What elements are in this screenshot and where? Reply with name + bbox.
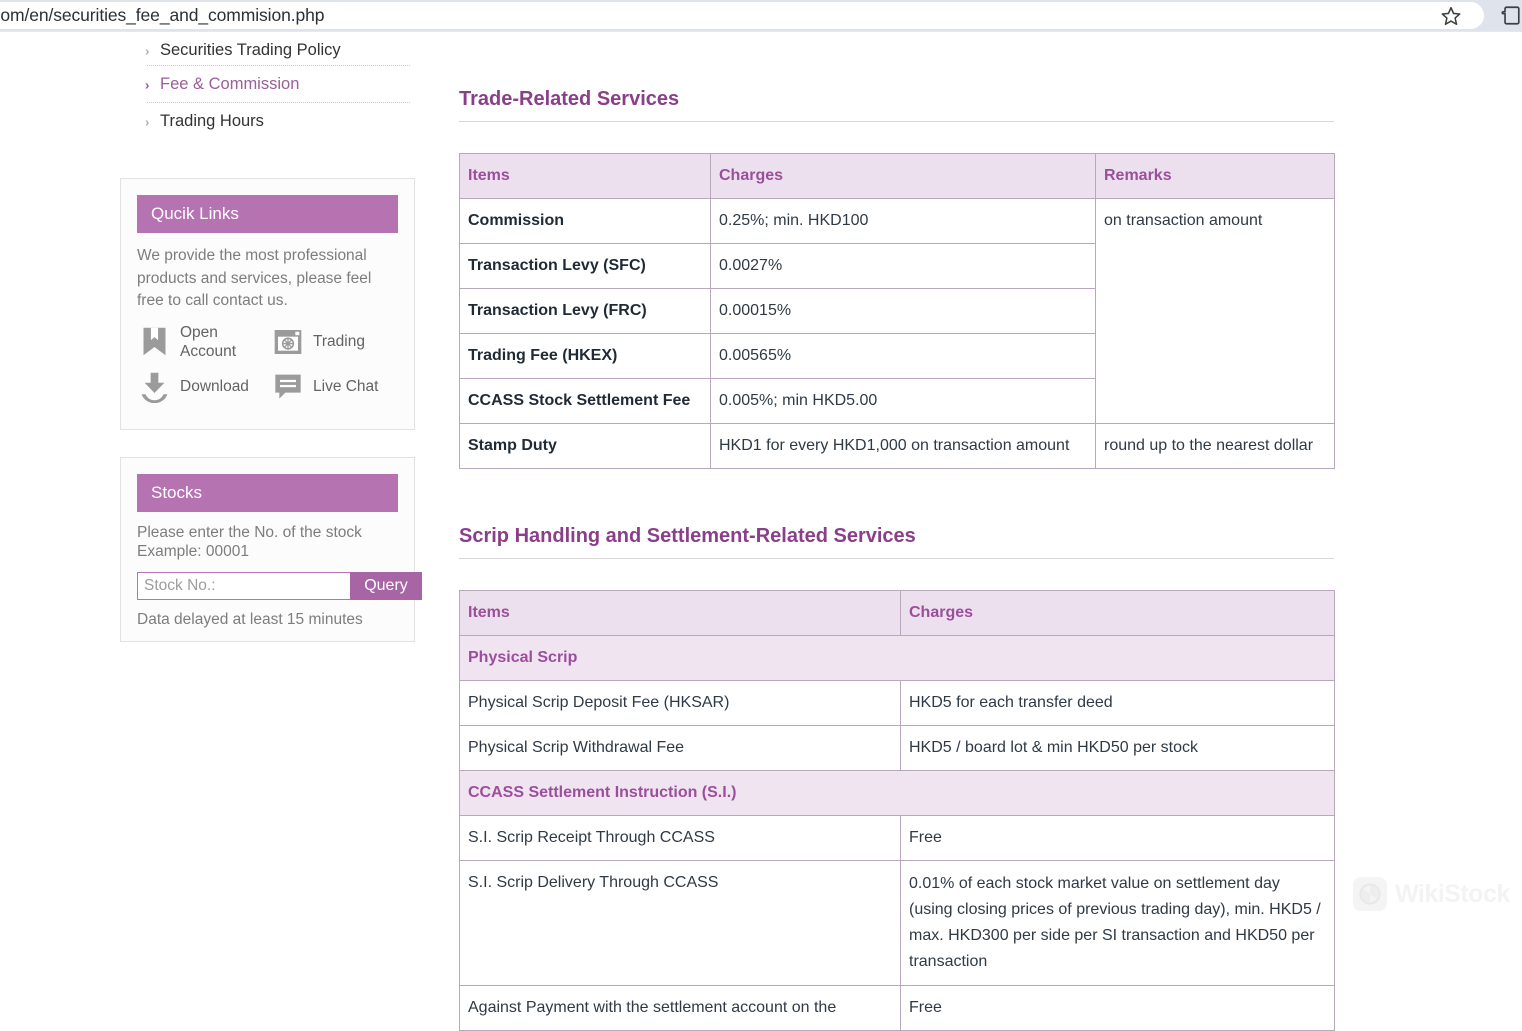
cell-subheader: CCASS Settlement Instruction (S.I.)	[459, 770, 1335, 816]
quick-link-trading[interactable]: Trading	[270, 323, 403, 361]
cell-item: CCASS Stock Settlement Fee	[459, 378, 711, 424]
scrip-handling-table: Items Charges Physical Scrip Physical Sc…	[459, 590, 1335, 1031]
url-text: sec.com/en/securities_fee_and_commision.…	[0, 5, 325, 25]
stocks-hint-line1: Please enter the No. of the stock	[137, 524, 362, 541]
cell-item: Physical Scrip Withdrawal Fee	[459, 725, 901, 771]
cell-subheader: Physical Scrip	[459, 635, 1335, 681]
browser-chrome: sec.com/en/securities_fee_and_commision.…	[0, 0, 1522, 31]
share-install-icon[interactable]	[1500, 4, 1522, 27]
quick-link-label: Live Chat	[313, 377, 379, 395]
star-icon[interactable]	[1440, 5, 1462, 27]
cell-item: Transaction Levy (SFC)	[459, 243, 711, 289]
table-header-row: Items Charges Remarks	[459, 153, 1335, 199]
stock-number-input[interactable]	[137, 572, 350, 600]
cell-item: S.I. Scrip Delivery Through CCASS	[459, 860, 901, 986]
cell-charge: HKD5 / board lot & min HKD50 per stock	[900, 725, 1335, 771]
cell-charge: 0.0027%	[710, 243, 1096, 289]
chevron-right-icon: ›	[145, 77, 150, 92]
column-header-remarks: Remarks	[1095, 153, 1335, 199]
stock-query-row: Query	[137, 572, 422, 600]
chevron-right-icon: ›	[145, 43, 150, 58]
cell-item: Stamp Duty	[459, 423, 711, 469]
table-subheader-row: CCASS Settlement Instruction (S.I.)	[459, 770, 1335, 816]
section-title-scrip-handling: Scrip Handling and Settlement-Related Se…	[459, 525, 1334, 559]
table-subheader-row: Physical Scrip	[459, 635, 1335, 681]
quick-link-download[interactable]: Download	[137, 369, 270, 404]
quick-link-label: Download	[180, 377, 249, 395]
sidebar-item-label: Securities Trading Policy	[160, 41, 341, 59]
quick-links-grid: Open Account Trading Download Live Chat	[137, 323, 398, 404]
stocks-body: Please enter the No. of the stock Exampl…	[121, 512, 422, 647]
quick-link-live-chat[interactable]: Live Chat	[270, 369, 403, 404]
cell-charge: 0.25%; min. HKD100	[710, 198, 1096, 244]
stocks-title: Stocks	[137, 474, 398, 512]
download-icon	[137, 369, 172, 404]
cell-charge: 0.01% of each stock market value on sett…	[900, 860, 1335, 986]
table-row: Physical Scrip Deposit Fee (HKSAR) HKD5 …	[459, 680, 1335, 726]
chat-bubble-icon	[270, 369, 305, 404]
bookmark-icon	[137, 324, 172, 359]
cell-remark: round up to the nearest dollar	[1095, 423, 1335, 469]
cell-charge: 0.00565%	[710, 333, 1096, 379]
sidebar-item-securities-trading-policy[interactable]: › Securities Trading Policy	[120, 32, 410, 69]
table-row: Against Payment with the settlement acco…	[459, 985, 1335, 1031]
stocks-hint-line2: Example: 00001	[137, 542, 250, 560]
table-row: Commission 0.25%; min. HKD100 on transac…	[459, 198, 1335, 424]
cell-charge: 0.005%; min HKD5.00	[710, 378, 1096, 424]
stocks-delay-note: Data delayed at least 15 minutes	[137, 611, 363, 628]
trading-terminal-icon	[270, 324, 305, 359]
quick-links-panel: Qucik Links We provide the most professi…	[120, 178, 415, 430]
cell-charge: Free	[900, 815, 1335, 861]
stocks-panel: Stocks Please enter the No. of the stock…	[120, 457, 422, 642]
sidebar-item-label: Trading Hours	[160, 112, 264, 130]
chevron-right-icon: ›	[145, 114, 150, 129]
table-row: Stamp Duty HKD1 for every HKD1,000 on tr…	[459, 423, 1335, 469]
cell-item: Physical Scrip Deposit Fee (HKSAR)	[459, 680, 901, 726]
column-header-charges: Charges	[710, 153, 1096, 199]
sidebar-item-fee-and-commission[interactable]: › Fee & Commission	[120, 66, 410, 103]
cell-charge: 0.00015%	[710, 288, 1096, 334]
cell-remark: on transaction amount	[1095, 198, 1335, 424]
cell-item: S.I. Scrip Receipt Through CCASS	[459, 815, 901, 861]
cell-charge: HKD5 for each transfer deed	[900, 680, 1335, 726]
main-content: Trade-Related Services Items Charges Rem…	[459, 32, 1335, 1031]
quick-links-title: Qucik Links	[137, 195, 398, 233]
quick-links-body: We provide the most professional product…	[121, 233, 414, 422]
quick-link-open-account[interactable]: Open Account	[137, 323, 270, 361]
quick-links-description: We provide the most professional product…	[137, 247, 372, 309]
table-row: S.I. Scrip Delivery Through CCASS 0.01% …	[459, 860, 1335, 986]
cell-item: Transaction Levy (FRC)	[459, 288, 711, 334]
address-bar[interactable]: sec.com/en/securities_fee_and_commision.…	[0, 2, 1484, 29]
quick-link-label: Trading	[313, 333, 365, 350]
cell-charge: HKD1 for every HKD1,000 on transaction a…	[710, 423, 1096, 469]
stock-query-button[interactable]: Query	[350, 572, 422, 600]
table-header-row: Items Charges	[459, 590, 1335, 636]
cell-item: Against Payment with the settlement acco…	[459, 985, 901, 1031]
trade-related-services-table: Items Charges Remarks Commission 0.25%; …	[459, 153, 1335, 469]
wikistock-logo-icon	[1353, 877, 1387, 911]
quick-link-label: Open Account	[180, 323, 237, 360]
cell-charge: Free	[900, 985, 1335, 1031]
cell-item: Commission	[459, 198, 711, 244]
column-header-items: Items	[459, 153, 711, 199]
page-content: › Securities Trading Policy › Fee & Comm…	[0, 32, 1522, 1031]
table-row: Physical Scrip Withdrawal Fee HKD5 / boa…	[459, 725, 1335, 771]
wikistock-watermark-text: WikiStock	[1395, 879, 1510, 908]
section-title-trade-related: Trade-Related Services	[459, 88, 1334, 122]
column-header-items: Items	[459, 590, 901, 636]
column-header-charges: Charges	[900, 590, 1335, 636]
cell-item: Trading Fee (HKEX)	[459, 333, 711, 379]
wikistock-watermark: WikiStock	[1353, 877, 1510, 911]
sidebar-item-label: Fee & Commission	[160, 75, 300, 93]
table-row: S.I. Scrip Receipt Through CCASS Free	[459, 815, 1335, 861]
sidebar-item-trading-hours[interactable]: › Trading Hours	[120, 103, 410, 140]
